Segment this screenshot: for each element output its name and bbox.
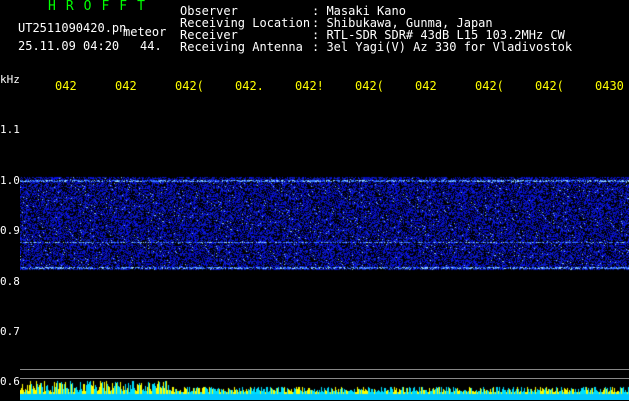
separator-line [20,369,629,370]
metadata-values: : Masaki Kano : Shibukawa, Gunma, Japan … [312,5,572,53]
antenna-value: : 3el Yagi(V) Az 330 for Vladivostok [312,40,573,54]
time-tick: 042. [235,79,264,93]
time-tick: 042 [55,79,77,93]
y-tick: 0.8 [0,275,20,288]
app-title: HROFFT [48,0,155,14]
antenna-label: Receiving Antenna [180,40,303,54]
y-tick: 0.9 [0,224,20,237]
time-tick: 042 [115,79,137,93]
spectrogram [20,100,629,380]
y-tick: 1.1 [0,123,20,136]
time-axis: 042 042 042( 042. 042! 042( 042 042( 042… [0,80,629,94]
separator-line [20,378,629,379]
time-tick: 042 [415,79,437,93]
y-tick: 0.7 [0,325,20,338]
file-name: UT2511090420.pn [18,21,127,35]
level-value: 44. [140,39,162,53]
mode-label: meteor [123,25,167,39]
metadata-labels: Observer Receiving Location Receiver Rec… [180,5,310,53]
time-tick: 042! [295,79,324,93]
time-tick: 042( [175,79,204,93]
time-tick: 042( [475,79,504,93]
time-tick: 042( [535,79,564,93]
y-tick: 1.0 [0,174,20,187]
signal-strength-bar [20,380,629,400]
time-tick: 0430 [595,79,624,93]
time-tick: 042( [355,79,384,93]
datetime: 25.11.09 04:20 [18,39,120,53]
y-tick: 0.6 [0,375,20,388]
